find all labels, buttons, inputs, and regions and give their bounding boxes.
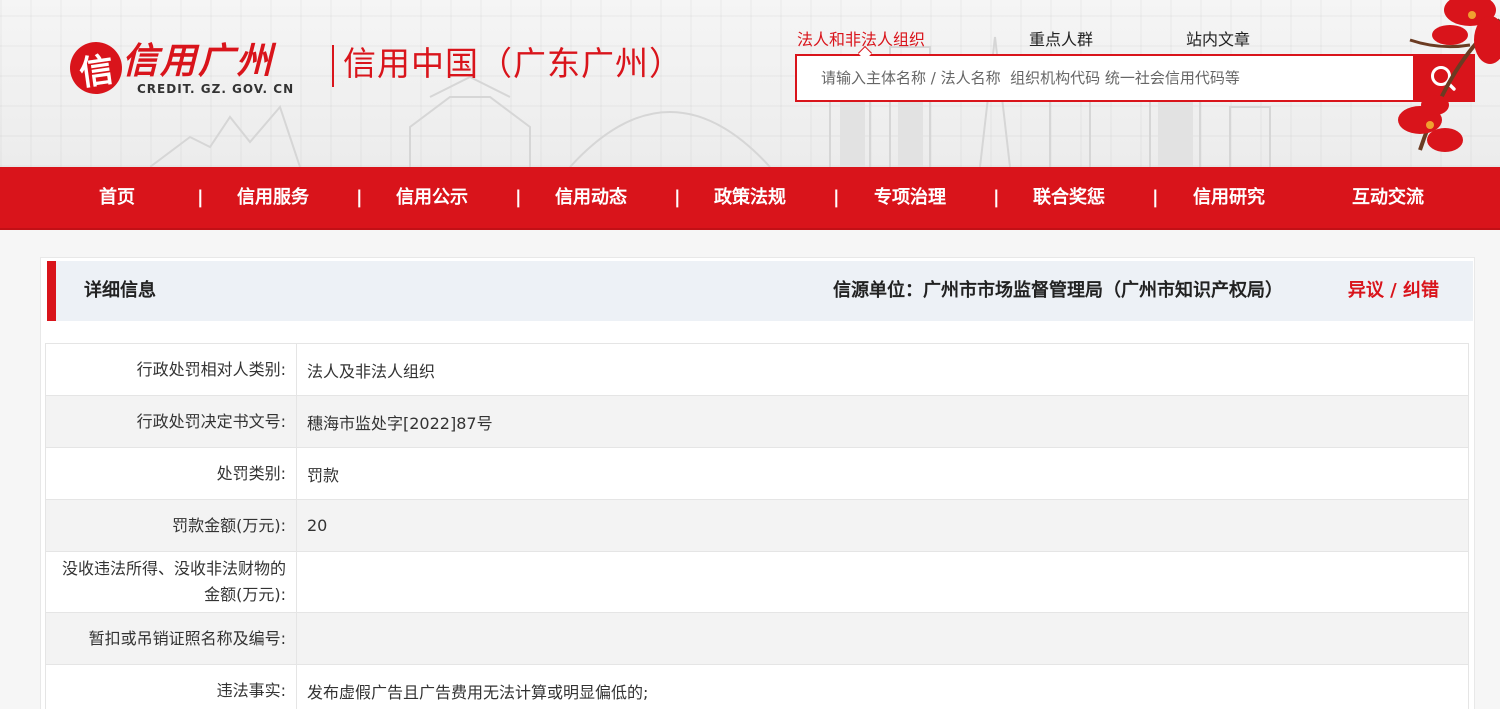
logo-divider (332, 45, 334, 87)
detail-table: 行政处罚相对人类别: 法人及非法人组织 行政处罚决定书文号: 穗海市监处字[20… (45, 343, 1469, 709)
field-value (296, 551, 1469, 613)
field-value: 法人及非法人组织 (296, 343, 1469, 396)
field-value (296, 612, 1469, 665)
nav-item-special-governance[interactable]: 专项治理 (874, 167, 946, 228)
search-tab-site-articles[interactable]: 站内文章 (1186, 26, 1250, 50)
site-header: 信 信用广州 CREDIT. GZ. GOV. CN 信用中国（广东广州） 法人… (0, 0, 1500, 167)
nav-item-credit-publicity[interactable]: 信用公示 (396, 167, 468, 228)
field-label: 行政处罚决定书文号: (45, 395, 297, 448)
field-label: 没收违法所得、没收非法财物的金额(万元): (45, 551, 297, 613)
source-unit: 信源单位：广州市市场监督管理局（广州市知识产权局） (833, 261, 1283, 321)
nav-item-policies[interactable]: 政策法规 (714, 167, 786, 228)
nav-separator: | (1152, 187, 1159, 208)
table-row: 行政处罚决定书文号: 穗海市监处字[2022]87号 (45, 395, 1469, 448)
nav-item-home[interactable]: 首页 (99, 167, 135, 228)
kapok-flower-decoration (1398, 0, 1500, 152)
objection-link[interactable]: 异议 / 纠错 (1348, 261, 1439, 321)
table-row: 罚款金额(万元): 20 (45, 499, 1469, 552)
field-value: 罚款 (296, 447, 1469, 500)
nav-separator: | (356, 187, 363, 208)
field-value: 发布虚假广告且广告费用无法计算或明显偏低的; (296, 664, 1469, 709)
site-logo-subtitle: 信用中国（广东广州） (343, 44, 683, 83)
table-row: 没收违法所得、没收非法财物的金额(万元): (45, 551, 1469, 613)
table-row: 行政处罚相对人类别: 法人及非法人组织 (45, 343, 1469, 396)
site-logo-title[interactable]: 信用广州 (122, 40, 274, 84)
field-label: 处罚类别: (45, 447, 297, 500)
nav-item-credit-services[interactable]: 信用服务 (237, 167, 309, 228)
field-value: 穗海市监处字[2022]87号 (296, 395, 1469, 448)
nav-item-interaction[interactable]: 互动交流 (1352, 167, 1424, 228)
table-row: 暂扣或吊销证照名称及编号: (45, 612, 1469, 665)
nav-separator: | (197, 187, 204, 208)
table-row: 处罚类别: 罚款 (45, 447, 1469, 500)
field-label: 暂扣或吊销证照名称及编号: (45, 612, 297, 665)
search-tab-organizations[interactable]: 法人和非法人组织 (797, 26, 925, 50)
field-label: 罚款金额(万元): (45, 499, 297, 552)
nav-separator: | (833, 187, 840, 208)
search-tab-key-people[interactable]: 重点人群 (1029, 26, 1093, 50)
nav-item-credit-research[interactable]: 信用研究 (1193, 167, 1265, 228)
field-label: 行政处罚相对人类别: (45, 343, 297, 396)
nav-separator: | (674, 187, 681, 208)
nav-separator: | (993, 187, 1000, 208)
panel-header: 详细信息 信源单位：广州市市场监督管理局（广州市知识产权局） 异议 / 纠错 (47, 261, 1473, 321)
logo-icon[interactable]: 信 (66, 38, 126, 98)
detail-panel: 详细信息 信源单位：广州市市场监督管理局（广州市知识产权局） 异议 / 纠错 行… (40, 257, 1475, 709)
nav-item-credit-news[interactable]: 信用动态 (555, 167, 627, 228)
main-nav: 首页 | 信用服务 | 信用公示 | 信用动态 | 政策法规 | 专项治理 | … (0, 167, 1500, 228)
source-unit-label: 信源单位： (833, 280, 923, 301)
field-label: 违法事实: (45, 664, 297, 709)
table-row: 违法事实: 发布虚假广告且广告费用无法计算或明显偏低的; (45, 664, 1469, 709)
source-unit-value: 广州市市场监督管理局（广州市知识产权局） (923, 280, 1283, 301)
field-value: 20 (296, 499, 1469, 552)
nav-item-joint-rewards[interactable]: 联合奖惩 (1033, 167, 1105, 228)
nav-separator: | (515, 187, 522, 208)
panel-title: 详细信息 (84, 280, 156, 301)
site-logo-domain: CREDIT. GZ. GOV. CN (137, 82, 295, 96)
